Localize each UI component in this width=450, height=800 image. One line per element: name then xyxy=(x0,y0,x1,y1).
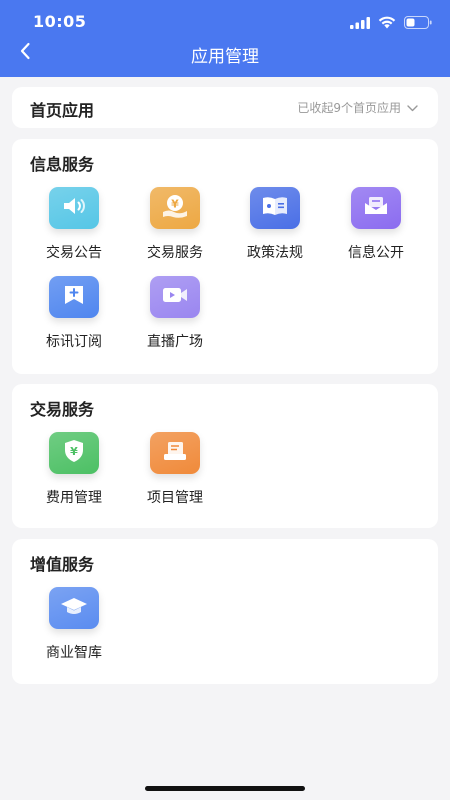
app-item-bid-subscription[interactable]: 标讯订阅 xyxy=(24,276,124,356)
app-item-project-management[interactable]: 项目管理 xyxy=(125,432,225,512)
app-label: 标讯订阅 xyxy=(46,334,102,350)
home-indicator xyxy=(145,786,305,791)
status-icons xyxy=(350,14,432,33)
section-title: 信息服务 xyxy=(30,155,95,174)
app-icon-bg xyxy=(49,276,99,318)
wifi-icon xyxy=(378,14,396,33)
battery-icon xyxy=(404,14,432,33)
section-title: 交易服务 xyxy=(30,400,95,419)
app-item-info-disclosure[interactable]: 信息公开 xyxy=(326,187,426,267)
app-label: 商业智库 xyxy=(46,645,102,661)
app-icon-bg: ¥ xyxy=(49,432,99,474)
section-value-added-services: 增值服务 商业智库 xyxy=(12,539,438,684)
app-label: 政策法规 xyxy=(247,245,303,261)
app-label: 交易服务 xyxy=(147,245,203,261)
graduation-cap-icon xyxy=(60,595,88,621)
app-item-trade-service[interactable]: ¥ 交易服务 xyxy=(125,187,225,267)
speaker-icon xyxy=(61,195,87,221)
mail-icon xyxy=(363,195,389,221)
app-icon-bg xyxy=(49,587,99,629)
section-title: 增值服务 xyxy=(30,555,95,574)
status-time: 10:05 xyxy=(33,12,87,31)
home-apps-card: 首页应用 已收起9个首页应用 xyxy=(12,87,438,128)
home-apps-toggle[interactable]: 已收起9个首页应用 xyxy=(297,99,418,116)
home-apps-collapse-text: 已收起9个首页应用 xyxy=(297,101,401,115)
coin-hand-icon: ¥ xyxy=(161,193,189,223)
section-info-services: 信息服务 交易公告 ¥ 交易服务 政策法规 信息公开 标讯订阅 直播广场 xyxy=(12,139,438,374)
app-icon-bg xyxy=(351,187,401,229)
app-label: 费用管理 xyxy=(46,490,102,506)
svg-text:¥: ¥ xyxy=(70,445,78,458)
signal-icon xyxy=(350,14,370,33)
app-icon-bg xyxy=(49,187,99,229)
app-icon-bg xyxy=(150,432,200,474)
svg-text:¥: ¥ xyxy=(171,198,179,211)
top-bar: 10:05 应用管理 xyxy=(0,0,450,77)
chevron-down-icon xyxy=(407,101,418,115)
video-icon xyxy=(161,285,189,309)
home-apps-title: 首页应用 xyxy=(30,101,95,120)
app-icon-bg: ¥ xyxy=(150,187,200,229)
yuan-shield-icon: ¥ xyxy=(62,438,86,468)
project-icon xyxy=(162,440,188,466)
subscribe-icon xyxy=(62,284,86,310)
app-item-fee-management[interactable]: ¥ 费用管理 xyxy=(24,432,124,512)
app-item-policy[interactable]: 政策法规 xyxy=(225,187,325,267)
page-title: 应用管理 xyxy=(191,47,259,67)
app-label: 信息公开 xyxy=(348,245,404,261)
app-item-trade-announcement[interactable]: 交易公告 xyxy=(24,187,124,267)
app-label: 项目管理 xyxy=(147,490,203,506)
book-icon xyxy=(261,195,289,221)
app-item-business-think-tank[interactable]: 商业智库 xyxy=(24,587,124,667)
app-icon-bg xyxy=(150,276,200,318)
section-trade-services: 交易服务 ¥ 费用管理 项目管理 xyxy=(12,384,438,528)
app-label: 交易公告 xyxy=(46,245,102,261)
nav-bar: 应用管理 xyxy=(0,36,450,72)
app-item-live-square[interactable]: 直播广场 xyxy=(125,276,225,356)
app-icon-bg xyxy=(250,187,300,229)
app-label: 直播广场 xyxy=(147,334,203,350)
